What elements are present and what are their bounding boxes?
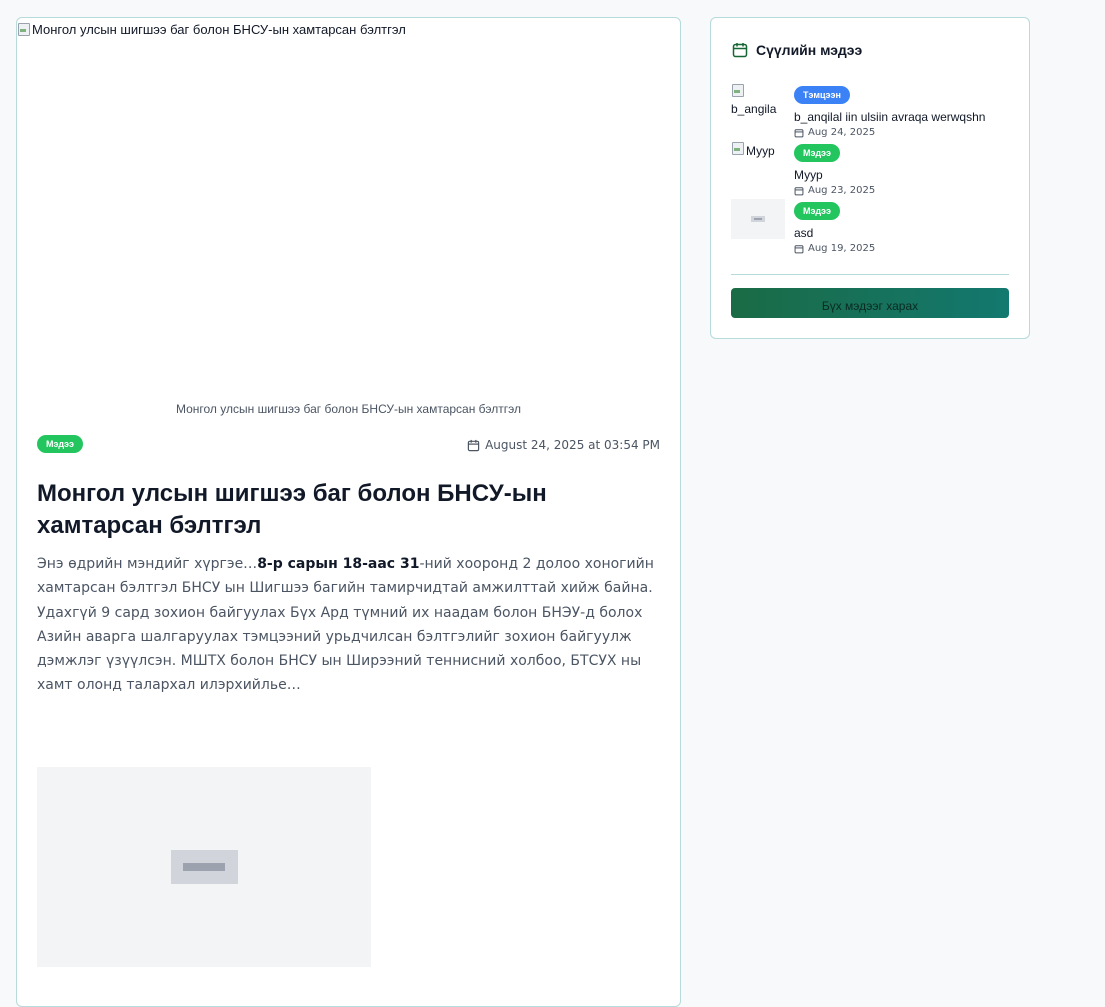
news-thumbnail-alt: b_angila <box>731 102 777 116</box>
news-item-body: Мэдээ Муур Aug 23, 2025 <box>794 141 875 196</box>
news-item-date-text: Aug 24, 2025 <box>808 127 876 138</box>
article-hero-alt-text: Монгол улсын шигшээ баг болон БНСУ-ын ха… <box>32 22 406 37</box>
news-item-title[interactable]: b_anqilal iin ulsiin avraqa werwqshn <box>794 110 985 124</box>
news-category-badge[interactable]: Тэмцээн <box>794 86 850 104</box>
latest-news-panel: Сүүлийн мэдээ b_angila Тэмцээн b_anqilal… <box>710 17 1030 339</box>
news-item-body: Мэдээ asd Aug 19, 2025 <box>794 199 875 254</box>
latest-news-title: Сүүлийн мэдээ <box>756 42 863 58</box>
news-item[interactable]: Муур Мэдээ Муур Aug 23, 2025 <box>731 141 1011 199</box>
calendar-icon <box>794 244 804 253</box>
news-item-date: Aug 23, 2025 <box>794 185 875 196</box>
article-body-rest: -ний хооронд 2 долоо хоногийн хамтарсан … <box>37 556 654 694</box>
article-date-text: August 24, 2025 at 03:54 PM <box>485 438 660 452</box>
article-body: Энэ өдрийн мэндийг хүргэе…8-р сарын 18-а… <box>37 552 662 698</box>
calendar-icon <box>794 128 804 137</box>
calendar-icon <box>732 43 748 58</box>
image-placeholder-icon <box>170 850 238 884</box>
article-hero-image: Монгол улсын шигшээ баг болон БНСУ-ын ха… <box>17 22 406 37</box>
news-item-date-text: Aug 23, 2025 <box>808 185 876 196</box>
news-thumbnail[interactable]: Муур <box>731 141 785 181</box>
news-item-body: Тэмцээн b_anqilal iin ulsiin avraqa werw… <box>794 83 985 138</box>
article-image-caption: Монгол улсын шигшээ баг болон БНСУ-ын ха… <box>175 402 522 416</box>
news-item[interactable]: b_angila Тэмцээн b_anqilal iin ulsiin av… <box>731 83 1011 141</box>
article-date: August 24, 2025 at 03:54 PM <box>467 438 660 452</box>
image-placeholder-icon <box>751 216 765 222</box>
news-item-date: Aug 24, 2025 <box>794 127 985 138</box>
news-item[interactable]: Мэдээ asd Aug 19, 2025 <box>731 199 1011 257</box>
news-item-title[interactable]: asd <box>794 226 875 240</box>
news-category-badge[interactable]: Мэдээ <box>794 202 841 220</box>
news-category-badge[interactable]: Мэдээ <box>794 144 841 162</box>
news-thumbnail[interactable]: b_angila <box>731 83 785 123</box>
view-all-news-button[interactable]: Бүх мэдээг харах <box>731 288 1009 318</box>
article-category-badge[interactable]: Мэдээ <box>37 435 84 453</box>
broken-image-icon <box>731 141 745 155</box>
news-item-title[interactable]: Муур <box>794 168 875 182</box>
article-body-intro: Энэ өдрийн мэндийг хүргэе… <box>37 556 258 572</box>
latest-news-header: Сүүлийн мэдээ <box>732 42 862 58</box>
news-thumbnail-alt: Муур <box>746 144 775 158</box>
broken-image-icon <box>731 83 745 97</box>
news-thumbnail[interactable] <box>731 199 785 239</box>
article-body-bold: 8-р сарын 18-аас 31 <box>257 556 420 572</box>
news-item-date-text: Aug 19, 2025 <box>808 243 876 254</box>
article-card: Монгол улсын шигшээ баг болон БНСУ-ын ха… <box>16 17 681 1007</box>
divider <box>731 274 1009 275</box>
article-title: Монгол улсын шигшээ баг болон БНСУ-ын ха… <box>37 480 547 539</box>
article-image-placeholder <box>37 767 371 967</box>
calendar-icon <box>794 186 804 195</box>
news-item-date: Aug 19, 2025 <box>794 243 875 254</box>
broken-image-icon <box>17 22 31 36</box>
calendar-icon <box>467 439 480 451</box>
